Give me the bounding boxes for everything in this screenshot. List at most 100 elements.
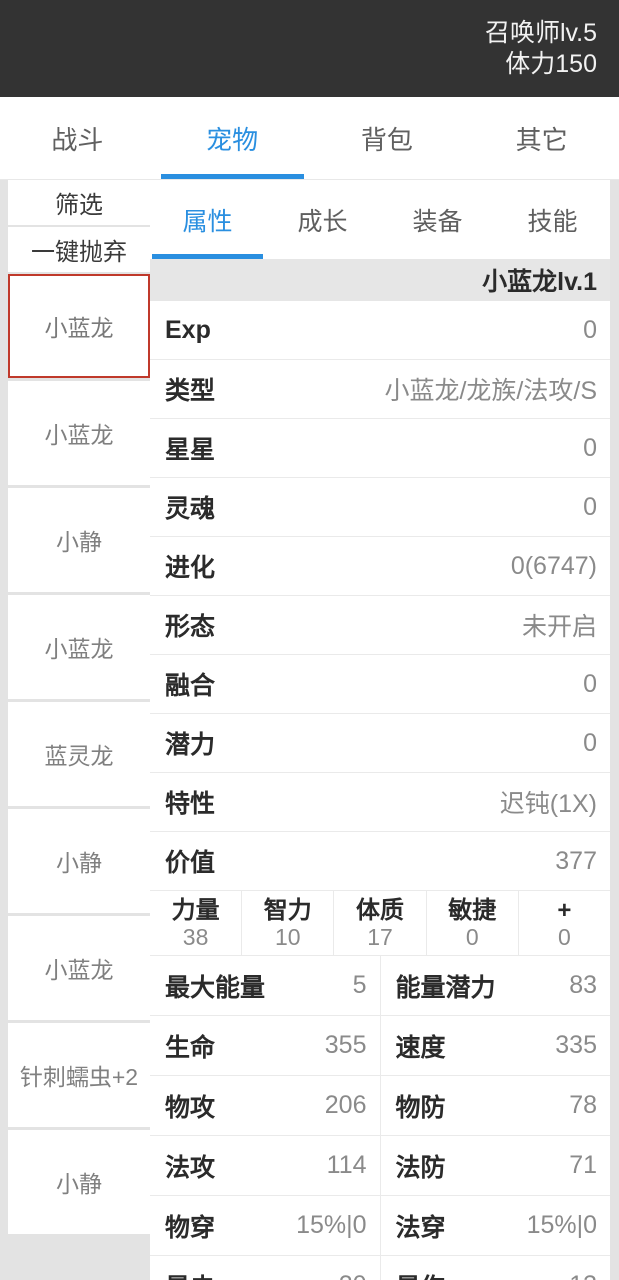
main-tab-0[interactable]: 战斗 — [0, 97, 155, 179]
pet-list-item[interactable]: 小蓝龙 — [8, 381, 150, 485]
stat-row: 星星 0 — [150, 419, 610, 478]
paired-stat-cell: 法攻 114 — [150, 1136, 381, 1195]
main-tab-label: 背包 — [360, 124, 413, 155]
attribute-cell: 力量 38 — [150, 891, 243, 955]
stat-value: 小蓝龙/龙族/法攻/S — [384, 377, 597, 405]
paired-stat-cell: 暴击 20 — [150, 1256, 381, 1280]
attribute-cell: 智力 10 — [242, 891, 335, 955]
sub-tab-bar: 属性 成长 装备 技能 — [150, 180, 610, 259]
summoner-level-text: 召唤师lv.5 — [484, 18, 597, 47]
attribute-name: 力量 — [171, 896, 220, 924]
paired-stat-value: 71 — [569, 1151, 597, 1179]
filter-button[interactable]: 筛选 — [8, 180, 150, 227]
paired-stat-value: 15%|0 — [296, 1211, 367, 1239]
pet-list-item-label: 小蓝龙 — [44, 636, 114, 662]
pet-list-item[interactable]: 针刺蠕虫+2 — [8, 1023, 150, 1127]
pet-list-item-label: 小蓝龙 — [44, 422, 114, 448]
sub-tab-1[interactable]: 成长 — [265, 180, 380, 259]
main-tab-label: 宠物 — [206, 124, 259, 155]
pet-list[interactable]: 小蓝龙 小蓝龙 小静 小蓝龙 蓝灵龙 小静 小蓝龙 针刺蠕虫+2 小静 — [8, 274, 150, 1280]
pet-title: 小蓝龙lv.1 — [482, 268, 597, 296]
stat-row: 进化 0(6747) — [150, 537, 610, 596]
discard-all-button[interactable]: 一键抛弃 — [8, 227, 150, 274]
stat-row: 形态 未开启 — [150, 596, 610, 655]
paired-stat-cell: 物穿 15%|0 — [150, 1196, 381, 1255]
stat-row: 特性 迟钝(1X) — [150, 773, 610, 832]
pet-list-item[interactable]: 蓝灵龙 — [8, 702, 150, 806]
paired-stat-row: 生命 355 速度 335 — [150, 1016, 610, 1076]
pet-list-item[interactable]: 小蓝龙 — [8, 916, 150, 1020]
sub-tab-3[interactable]: 技能 — [495, 180, 610, 259]
main-tab-bar: 战斗 宠物 背包 其它 — [0, 97, 619, 180]
stat-value: 未开启 — [521, 613, 597, 641]
attribute-name: 敏捷 — [448, 896, 497, 924]
stat-list[interactable]: Exp 0 类型 小蓝龙/龙族/法攻/S 星星 0 灵魂 0 进化 0(6747) 形态 未开启 融合 0… — [150, 301, 610, 1280]
sub-tab-label: 属性 — [182, 207, 233, 236]
pet-list-item-label: 小蓝龙 — [44, 315, 114, 341]
content-panel: 属性 成长 装备 技能 小蓝龙lv.1 Exp 0 类型 小蓝龙/龙族/法攻/S 星星 0 灵魂 0… — [150, 180, 610, 1280]
pet-list-item[interactable]: 小蓝龙 — [8, 595, 150, 699]
paired-stat-row: 暴击 20 暴伤 13 — [150, 1256, 610, 1280]
paired-stat-value: 83 — [569, 971, 597, 999]
stat-value: 0 — [583, 315, 597, 344]
paired-stat-label: 物防 — [395, 1093, 446, 1122]
stat-label: 形态 — [165, 613, 216, 641]
pet-list-item-label: 针刺蠕虫+2 — [19, 1064, 139, 1090]
paired-stat-label: 法攻 — [165, 1153, 216, 1182]
stat-label: 类型 — [165, 377, 216, 405]
paired-stat-value: 206 — [324, 1091, 367, 1119]
pet-list-item[interactable]: 小静 — [8, 1130, 150, 1234]
paired-stat-label: 能量潜力 — [395, 973, 496, 1002]
pet-list-item[interactable]: 小蓝龙 — [8, 274, 150, 378]
main-tab-2[interactable]: 背包 — [310, 97, 465, 179]
paired-stat-label: 物攻 — [165, 1093, 216, 1122]
sub-tab-label: 技能 — [527, 207, 578, 236]
main-tab-label: 战斗 — [51, 124, 104, 155]
stat-label: 星星 — [165, 436, 216, 464]
attribute-value: 17 — [367, 923, 393, 950]
attribute-grid: 力量 38 智力 10 体质 17 敏捷 0 +0 — [150, 891, 610, 956]
pet-list-item-label: 蓝灵龙 — [44, 743, 114, 769]
paired-stat-value: 5 — [352, 971, 367, 999]
status-header: 召唤师lv.5 体力150 — [0, 0, 619, 97]
pet-list-item-label: 小静 — [56, 1171, 102, 1197]
stamina-text: 体力150 — [505, 49, 597, 78]
attribute-cell[interactable]: +0 — [519, 891, 610, 955]
stat-row: 融合 0 — [150, 655, 610, 714]
main-tab-3[interactable]: 其它 — [464, 97, 619, 179]
pet-list-item[interactable]: 小静 — [8, 809, 150, 913]
sub-tab-0[interactable]: 属性 — [150, 180, 265, 259]
body-wrapper: 筛选 一键抛弃 小蓝龙 小蓝龙 小静 小蓝龙 蓝灵龙 小静 小蓝龙 针刺蠕虫+2 小静 属性 成长… — [0, 180, 619, 1280]
paired-stat-row: 法攻 114 法防 71 — [150, 1136, 610, 1196]
stat-row: 潜力 0 — [150, 714, 610, 773]
app-root: 召唤师lv.5 体力150 战斗 宠物 背包 其它 筛选 一键抛弃 小蓝龙 小蓝龙 小静小… — [0, 0, 619, 1280]
stat-label: 灵魂 — [165, 495, 216, 523]
stat-label: 进化 — [165, 554, 216, 582]
sidebar: 筛选 一键抛弃 小蓝龙 小蓝龙 小静 小蓝龙 蓝灵龙 小静 小蓝龙 针刺蠕虫+2 小静 — [0, 180, 150, 1280]
stat-label: 价值 — [165, 849, 216, 877]
attribute-cell: 体质 17 — [334, 891, 427, 955]
paired-stat-value: 335 — [555, 1031, 597, 1059]
sub-tab-2[interactable]: 装备 — [380, 180, 495, 259]
paired-stat-value: 20 — [339, 1271, 367, 1280]
attribute-name: 体质 — [356, 896, 404, 924]
attribute-value: 38 — [182, 923, 209, 950]
stat-row: 价值 377 — [150, 832, 610, 891]
stat-value: 377 — [555, 846, 597, 875]
paired-stat-cell: 能量潜力 83 — [381, 956, 611, 1015]
stat-row: 类型 小蓝龙/龙族/法攻/S — [150, 360, 610, 419]
paired-stat-value: 13 — [569, 1271, 597, 1280]
pet-list-item-label: 小蓝龙 — [44, 957, 114, 983]
pet-list-item-label: 小静 — [56, 850, 102, 876]
stat-value: 0 — [583, 669, 597, 698]
add-point-icon: + — [557, 896, 572, 924]
paired-stat-label: 物穿 — [165, 1213, 216, 1242]
paired-stat-label: 生命 — [165, 1033, 216, 1062]
pet-list-item[interactable]: 小静 — [8, 488, 150, 592]
main-tab-1[interactable]: 宠物 — [155, 97, 310, 179]
paired-stat-row: 物穿 15%|0 法穿 15%|0 — [150, 1196, 610, 1256]
paired-stat-cell: 生命 355 — [150, 1016, 381, 1075]
sub-tab-label: 装备 — [412, 207, 463, 236]
stat-value: 0 — [583, 433, 597, 462]
main-tab-label: 其它 — [515, 124, 568, 155]
